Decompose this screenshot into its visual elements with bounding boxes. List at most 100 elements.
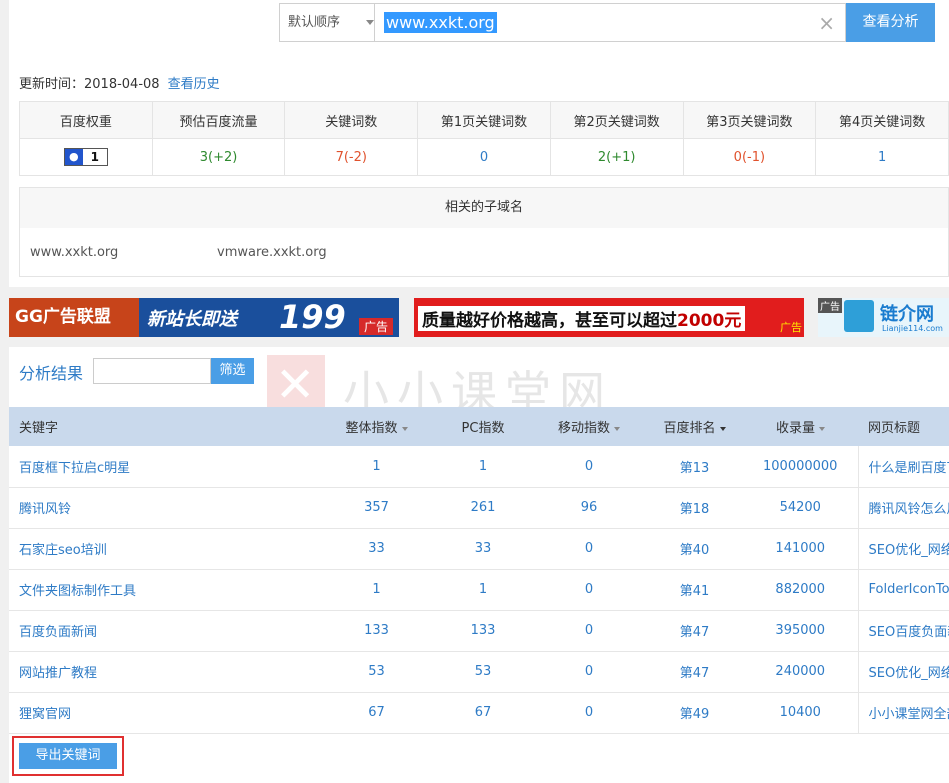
col-header-indexed[interactable]: 收录量 [743,407,858,446]
subdomain-item[interactable]: vmware.xxkt.org [217,245,327,260]
mobile-index[interactable]: 96 [532,487,646,529]
page-title-link[interactable]: 腾讯风铃怎么用 [857,487,949,529]
indexed-count[interactable]: 395000 [743,610,858,652]
filter-input[interactable] [93,358,211,384]
stats-header-page2: 第2页关键词数 [549,101,684,139]
keyword-link[interactable]: 石家庄seo培训 [9,528,319,570]
baidu-rank[interactable]: 第40 [646,528,743,570]
keywords-cell: 7(-2) [284,138,419,176]
ad-lianjie-domain: Lianjie114.com [882,324,943,333]
mobile-index[interactable]: 0 [532,692,646,734]
ad-tag: 广告 [780,321,802,334]
search-query-text: www.xxkt.org [384,12,497,33]
baidu-rank[interactable]: 第41 [646,569,743,611]
baidu-weight-badge[interactable]: ● 1 [63,148,108,166]
export-keywords-button[interactable]: 导出关键词 [19,743,117,769]
indexed-count[interactable]: 882000 [743,569,858,611]
baidu-rank[interactable]: 第47 [646,610,743,652]
pc-index[interactable]: 1 [434,446,532,488]
keyword-link[interactable]: 狸窝官网 [9,692,319,734]
baidu-rank[interactable]: 第47 [646,651,743,693]
col-header-rank[interactable]: 百度排名 [646,407,743,446]
page1-value[interactable]: 0 [480,150,488,165]
overall-index[interactable]: 1 [319,569,434,611]
page2-value[interactable]: 2 [598,150,606,165]
table-row: 石家庄seo培训 33 33 0 第40 141000 SEO优化_网络推 [9,528,949,570]
keywords-value: 7 [335,149,344,165]
page-title-link[interactable]: SEO百度负面新 [857,610,949,652]
indexed-count[interactable]: 100000000 [743,446,858,488]
keyword-link[interactable]: 腾讯风铃 [9,487,319,529]
table-row: 百度框下拉启c明星 1 1 0 第13 100000000 什么是刷百度下 [9,446,949,488]
page-title-link[interactable]: SEO优化_网络推 [857,651,949,693]
subdomain-item[interactable]: www.xxkt.org [30,245,118,260]
sort-caret-icon [819,426,825,431]
keyword-link[interactable]: 百度框下拉启c明星 [9,446,319,488]
mobile-index[interactable]: 0 [532,528,646,570]
indexed-count[interactable]: 10400 [743,692,858,734]
ad-banner-quality[interactable]: 质量越好价格越高，甚至可以超过2000元 广告 [414,298,804,337]
page4-cell: 1 [815,138,949,176]
keyword-link[interactable]: 百度负面新闻 [9,610,319,652]
baidu-rank[interactable]: 第18 [646,487,743,529]
baidu-rank[interactable]: 第13 [646,446,743,488]
view-analysis-button[interactable]: 查看分析 [846,3,935,42]
overall-index[interactable]: 67 [319,692,434,734]
overall-index[interactable]: 1 [319,446,434,488]
table-row: 网站推广教程 53 53 0 第47 240000 SEO优化_网络推 [9,651,949,693]
stats-header-page3: 第3页关键词数 [682,101,817,139]
mobile-index[interactable]: 0 [532,610,646,652]
page3-value[interactable]: 0 [734,150,742,165]
filter-button[interactable]: 筛选 [211,358,254,384]
mobile-index[interactable]: 0 [532,446,646,488]
col-header-mobile-label: 移动指数 [557,421,610,436]
baidu-weight-value: 1 [90,150,100,164]
pc-index[interactable]: 133 [434,610,532,652]
page-title-link[interactable]: FolderIconTools [857,569,949,611]
keyword-link[interactable]: 文件夹图标制作工具 [9,569,319,611]
page1-cell: 0 [417,138,551,176]
col-header-mobile[interactable]: 移动指数 [532,407,646,446]
pc-index[interactable]: 33 [434,528,532,570]
pc-index[interactable]: 67 [434,692,532,734]
stats-header-page1: 第1页关键词数 [417,101,551,139]
page4-value[interactable]: 1 [878,150,886,165]
watermark-logo-icon: ✕ [267,355,325,415]
overall-index[interactable]: 53 [319,651,434,693]
page3-cell: 0(-1) [682,138,817,176]
pc-index[interactable]: 53 [434,651,532,693]
overall-index[interactable]: 133 [319,610,434,652]
ad-gg-brand: GG广告联盟 [9,298,139,337]
page-title-link[interactable]: 小小课堂网全部 [857,692,949,734]
indexed-count[interactable]: 141000 [743,528,858,570]
chevron-down-icon [366,20,374,25]
update-time: 更新时间：2018-04-08 [19,77,160,92]
indexed-count[interactable]: 240000 [743,651,858,693]
stats-header-weight: 百度权重 [19,101,153,139]
ad-tag: 广告 [358,318,393,335]
sort-order-select[interactable]: 默认顺序 [279,3,384,42]
mobile-index[interactable]: 0 [532,651,646,693]
overall-index[interactable]: 357 [319,487,434,529]
page2-cell: 2(+1) [549,138,684,176]
baidu-weight-cell: ● 1 [19,138,153,176]
col-header-rank-label: 百度排名 [663,421,716,436]
ad-banner-gg[interactable]: GG广告联盟 新站长即送 199 广告 [9,298,399,337]
indexed-count[interactable]: 54200 [743,487,858,529]
overall-index[interactable]: 33 [319,528,434,570]
page-title-link[interactable]: SEO优化_网络推 [857,528,949,570]
view-history-link[interactable]: 查看历史 [168,77,220,92]
mobile-index[interactable]: 0 [532,569,646,611]
sort-caret-icon [719,426,726,431]
col-header-overall[interactable]: 整体指数 [319,407,434,446]
pc-index[interactable]: 261 [434,487,532,529]
page-title-link[interactable]: 什么是刷百度下 [857,446,949,488]
col-header-pc: PC指数 [434,407,532,446]
pc-index[interactable]: 1 [434,569,532,611]
clear-icon[interactable]: × [818,11,835,35]
baidu-rank[interactable]: 第49 [646,692,743,734]
results-panel: 分析结果 筛选 ✕ 小小课堂网 www.xxkt.org 关键字 整体指数 PC… [9,347,949,783]
ad-banner-lianjie[interactable]: 广告 链介网 Lianjie114.com [818,298,949,337]
domain-search-input[interactable]: www.xxkt.org × [374,3,846,42]
keyword-link[interactable]: 网站推广教程 [9,651,319,693]
